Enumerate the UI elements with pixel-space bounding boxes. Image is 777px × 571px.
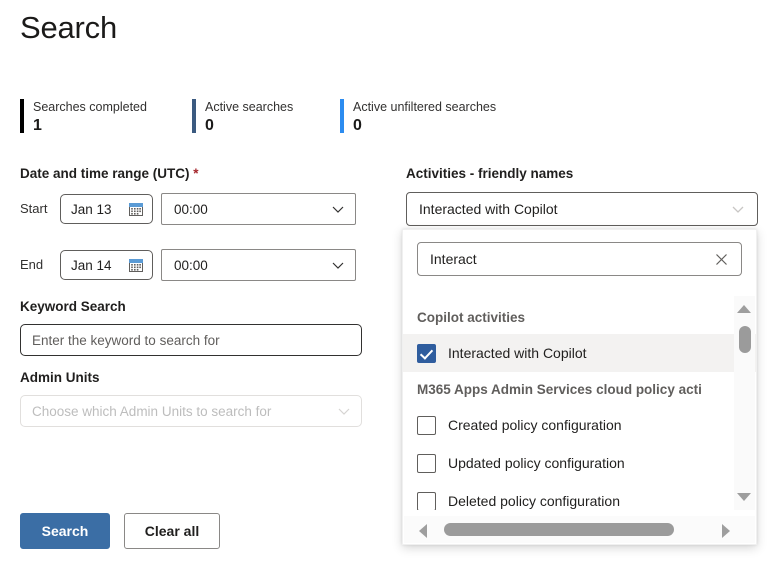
stat-value: 0 (353, 117, 362, 134)
chevron-down-icon (331, 258, 345, 272)
stat-tile-active-unfiltered-searches: Active unfiltered searches 0 (340, 99, 540, 135)
dropdown-option-list[interactable]: Copilot activities Interacted with Copil… (403, 300, 756, 510)
admin-units-placeholder: Choose which Admin Units to search for (32, 403, 272, 419)
start-date-row: Start Jan 13 00:00 (20, 193, 370, 225)
stat-accent-bar (192, 99, 196, 133)
keyword-search-input[interactable] (20, 324, 362, 356)
scroll-up-arrow-icon[interactable] (737, 305, 751, 313)
activities-label: Activities - friendly names (406, 166, 574, 181)
date-range-label-text: Date and time range (UTC) (20, 166, 190, 181)
keyword-search-label: Keyword Search (20, 299, 126, 314)
dropdown-search-input[interactable] (430, 251, 685, 267)
checkbox-icon[interactable] (417, 453, 436, 473)
stat-label: Searches completed (33, 100, 147, 114)
calendar-icon (128, 201, 144, 217)
required-marker: * (193, 166, 199, 181)
vertical-scrollbar-thumb[interactable] (739, 326, 751, 353)
action-buttons: Search Clear all (20, 513, 220, 549)
admin-units-select[interactable]: Choose which Admin Units to search for (20, 395, 362, 427)
start-time-select[interactable]: 00:00 (161, 193, 356, 225)
end-date-row: End Jan 14 00:00 (20, 249, 370, 281)
page-title: Search (20, 10, 118, 45)
activities-panel: Activities - friendly names Interacted w… (406, 165, 758, 226)
dropdown-group-header: Copilot activities (417, 310, 526, 325)
stat-accent-bar (340, 99, 344, 133)
stat-label: Active searches (205, 100, 294, 114)
stat-tile-searches-completed: Searches completed 1 (20, 99, 192, 135)
chevron-down-icon (730, 201, 746, 217)
dropdown-vertical-scrollbar[interactable] (734, 296, 755, 510)
scroll-left-arrow-icon[interactable] (419, 524, 427, 538)
start-date-picker[interactable]: Jan 13 (60, 194, 153, 224)
horizontal-scrollbar-thumb[interactable] (444, 523, 674, 536)
dropdown-group-header: M365 Apps Admin Services cloud policy ac… (417, 382, 702, 397)
checkbox-icon[interactable] (417, 415, 436, 435)
scroll-down-arrow-icon[interactable] (737, 493, 751, 501)
dropdown-search-box[interactable] (417, 242, 742, 276)
end-date-picker[interactable]: Jan 14 (60, 250, 153, 280)
end-time-value: 00:00 (174, 257, 208, 273)
dropdown-search-wrap (403, 230, 756, 286)
dropdown-horizontal-scrollbar[interactable] (404, 516, 755, 543)
activities-selected-value: Interacted with Copilot (419, 201, 558, 217)
checkbox-checked-icon[interactable] (417, 343, 436, 363)
chevron-down-icon (337, 404, 351, 418)
close-icon[interactable] (713, 251, 730, 268)
date-range-label: Date and time range (UTC) * (20, 165, 370, 183)
chevron-down-icon (331, 202, 345, 216)
stat-tile-active-searches: Active searches 0 (192, 99, 340, 135)
activities-dropdown-panel: Copilot activities Interacted with Copil… (402, 229, 757, 545)
dropdown-option-deleted-policy-configuration[interactable]: Deleted policy configuration (403, 482, 756, 510)
start-label: Start (20, 201, 48, 216)
checkbox-icon[interactable] (417, 491, 436, 510)
start-time-value: 00:00 (174, 201, 208, 217)
dropdown-option-label: Interacted with Copilot (448, 345, 587, 361)
activities-combobox[interactable]: Interacted with Copilot (406, 192, 758, 226)
end-time-select[interactable]: 00:00 (161, 249, 356, 281)
stat-accent-bar (20, 99, 24, 133)
dropdown-option-created-policy-configuration[interactable]: Created policy configuration (403, 406, 756, 444)
stats-row: Searches completed 1 Active searches 0 A… (20, 99, 540, 135)
stat-value: 1 (33, 117, 42, 134)
start-date-value: Jan 13 (71, 201, 112, 217)
stat-label: Active unfiltered searches (353, 100, 497, 114)
search-filters-panel: Date and time range (UTC) * Start Jan 13 (20, 165, 370, 427)
scroll-right-arrow-icon[interactable] (722, 524, 730, 538)
stat-value: 0 (205, 117, 214, 134)
end-label: End (20, 257, 44, 272)
dropdown-option-label: Created policy configuration (448, 417, 622, 433)
search-button[interactable]: Search (20, 513, 110, 549)
clear-all-button[interactable]: Clear all (124, 513, 220, 549)
dropdown-option-interacted-with-copilot[interactable]: Interacted with Copilot (403, 334, 756, 372)
calendar-icon (128, 257, 144, 273)
admin-units-label: Admin Units (20, 370, 100, 385)
dropdown-option-label: Updated policy configuration (448, 455, 625, 471)
dropdown-option-label: Deleted policy configuration (448, 493, 620, 509)
end-date-value: Jan 14 (71, 257, 112, 273)
dropdown-option-updated-policy-configuration[interactable]: Updated policy configuration (403, 444, 756, 482)
